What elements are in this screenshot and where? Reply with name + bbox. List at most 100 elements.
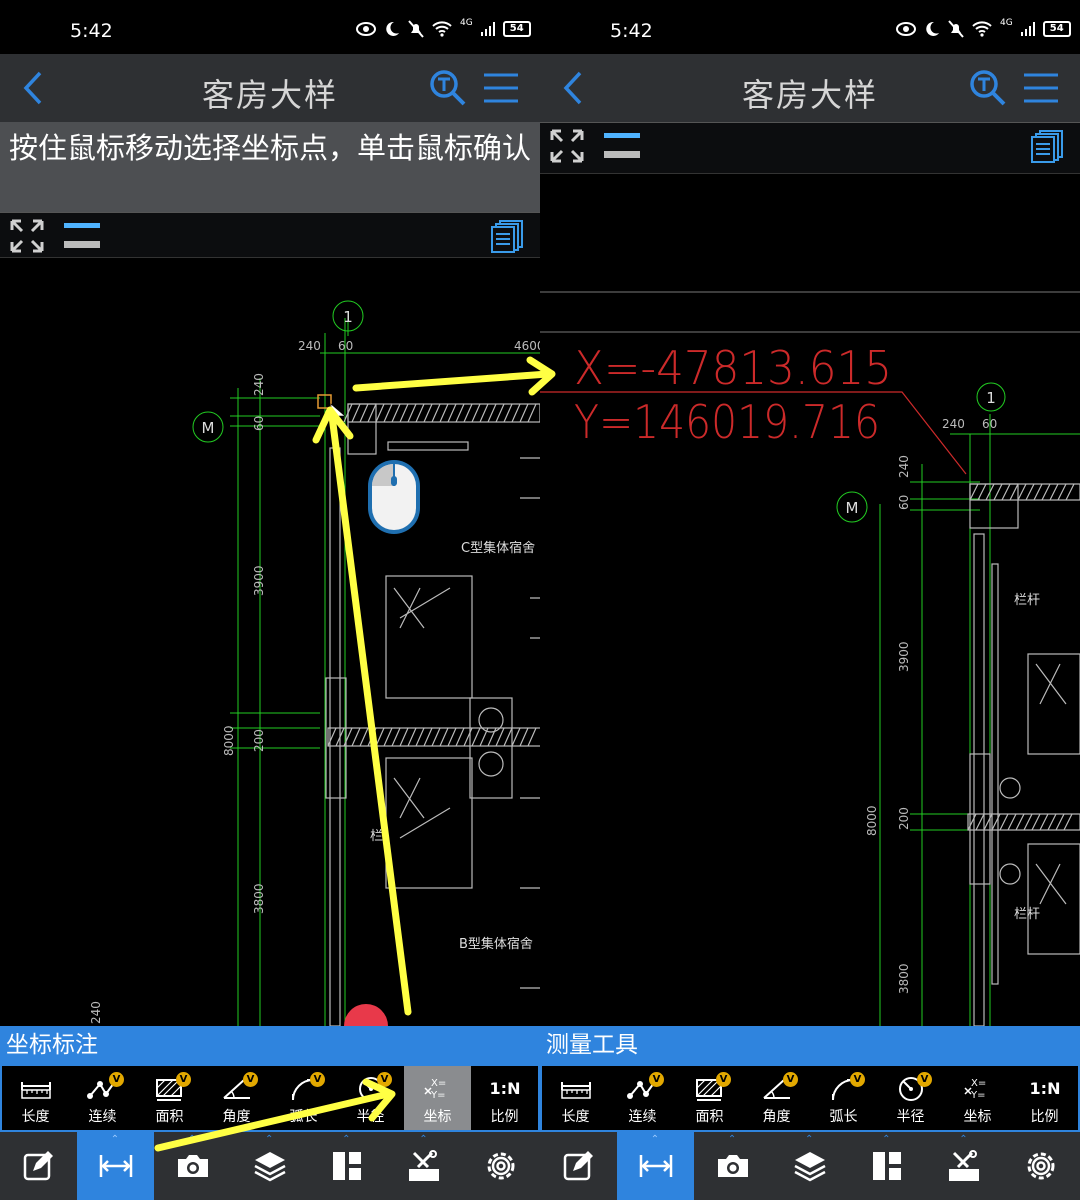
tool-radius[interactable]: 半径 V [337,1066,404,1130]
tool-angle[interactable]: 角度 V [203,1066,270,1130]
tool-label: 弧长 [829,1109,858,1125]
tool-label: 坐标 [423,1109,452,1125]
dim-label: 3800 [897,963,911,994]
mouse-cursor-icon[interactable] [368,460,420,534]
nav-tools[interactable]: ⌃ [386,1132,463,1200]
room-label: 栏 [370,829,383,844]
expand-up-icon: ⌃ [110,1134,120,1145]
nav-layers[interactable]: ⌃ [231,1132,308,1200]
tool-label: 面积 [155,1109,184,1125]
axis-label: 1 [343,308,353,326]
nav-camera[interactable]: ⌃ [154,1132,231,1200]
tool-label: 坐标 [963,1109,992,1125]
mouse-pointer-icon [330,403,346,427]
tool-area[interactable]: 面积 V [676,1066,743,1130]
scale-icon: 1:N [488,1074,522,1106]
premium-badge-icon: V [917,1072,932,1087]
layers-icon [792,1149,828,1183]
menu-icon[interactable] [1022,72,1060,104]
tool-radius[interactable]: 半径 V [877,1066,944,1130]
dim-label: 60 [982,417,997,431]
tool-coordinate[interactable]: X= Y= 坐标 [944,1066,1011,1130]
camera-icon [715,1149,751,1183]
premium-badge-icon: V [716,1072,731,1087]
tool-label: 长度 [561,1109,590,1125]
moon-icon [926,21,939,36]
nav-settings[interactable] [463,1132,540,1200]
tool-angle[interactable]: 角度 V [743,1066,810,1130]
premium-badge-icon: V [783,1072,798,1087]
svg-text:1:N: 1:N [1029,1079,1060,1098]
cad-drawing: 1 M 240 60 4600 240 60 3900 8000 200 380… [89,300,540,1026]
axis-label: M [202,419,215,437]
tool-label: 弧长 [289,1109,318,1125]
layout-icon [869,1149,905,1183]
coordinate-icon: X= Y= [961,1074,995,1106]
tool-coordinate[interactable]: X= Y= 坐标 [404,1066,471,1130]
battery-icon: 54 [1042,21,1071,37]
fit-screen-icon[interactable] [10,219,44,253]
text-search-icon[interactable] [428,68,468,108]
expand-up-icon: ⌃ [650,1134,660,1145]
layer-toggle-icon[interactable] [62,219,102,253]
tool-arc[interactable]: 弧长 V [810,1066,877,1130]
dim-label: 240 [897,455,911,478]
premium-badge-icon: V [243,1072,258,1087]
bottom-nav: ⌃ ⌃ ⌃ ⌃ ⌃ [540,1132,1080,1200]
dim-label: 3800 [252,883,266,914]
dim-label: 3900 [252,565,266,596]
svg-text:Y=: Y= [430,1090,446,1101]
instruction-banner: 按住鼠标移动选择坐标点，单击鼠标确认 [0,122,540,212]
tool-label: 连续 [628,1109,657,1125]
cad-drawing: X=-47813.615 Y=146019.716 1 M 240 60 240… [540,291,1080,1026]
status-bar: 5:42 4G 54 [540,0,1080,54]
tool-scale[interactable]: 1:N 比例 [1011,1066,1078,1130]
edit-icon [561,1149,597,1183]
pages-icon[interactable] [1030,129,1064,163]
nav-edit[interactable] [0,1132,77,1200]
layout-icon [329,1149,365,1183]
nav-measure[interactable]: ⌃ [617,1132,695,1200]
nav-tools[interactable]: ⌃ [926,1132,1003,1200]
tool-label: 角度 [762,1109,791,1125]
battery-icon: 54 [502,21,531,37]
pages-icon[interactable] [490,219,524,253]
tool-ruler[interactable]: 长度 [2,1066,69,1130]
nav-settings[interactable] [1003,1132,1080,1200]
nav-camera[interactable]: ⌃ [694,1132,771,1200]
menu-icon[interactable] [482,72,520,104]
expand-up-icon: ⌃ [264,1134,274,1145]
tool-polyline[interactable]: 连续 V [609,1066,676,1130]
expand-up-icon: ⌃ [727,1134,737,1145]
expand-up-icon: ⌃ [419,1134,428,1145]
view-toolbar [540,122,1080,174]
expand-up-icon: ⌃ [187,1134,197,1145]
premium-badge-icon: V [176,1072,191,1087]
dim-label: 60 [897,495,911,510]
tool-scale[interactable]: 1:N 比例 [471,1066,538,1130]
tool-arc[interactable]: 弧长 V [270,1066,337,1130]
room-label: C型集体宿舍 [461,540,535,556]
layer-toggle-icon[interactable] [602,129,642,163]
nav-layout[interactable]: ⌃ [849,1132,926,1200]
nav-layout[interactable]: ⌃ [309,1132,386,1200]
expand-up-icon: ⌃ [959,1134,968,1145]
svg-text:1:N: 1:N [489,1079,520,1098]
tool-polyline[interactable]: 连续 V [69,1066,136,1130]
nav-layers[interactable]: ⌃ [771,1132,848,1200]
nav-measure[interactable]: ⌃ [77,1132,155,1200]
settings-icon [483,1149,519,1183]
tool-ruler[interactable]: 长度 [542,1066,609,1130]
tool-area[interactable]: 面积 V [136,1066,203,1130]
eye-icon [356,22,376,36]
mute-bell-icon [408,20,424,38]
dim-label: 200 [897,807,911,830]
cad-drawing-canvas[interactable]: X=-47813.615 Y=146019.716 1 M 240 60 240… [540,174,1080,1026]
text-search-icon[interactable] [968,68,1008,108]
nav-edit[interactable] [540,1132,617,1200]
scale-icon: 1:N [1028,1074,1062,1106]
cad-drawing-canvas[interactable]: 1 M 240 60 4600 240 60 3900 8000 200 380… [0,258,540,1026]
fit-screen-icon[interactable] [550,129,584,163]
svg-text:X=: X= [431,1078,446,1089]
dim-label: 8000 [222,725,236,756]
